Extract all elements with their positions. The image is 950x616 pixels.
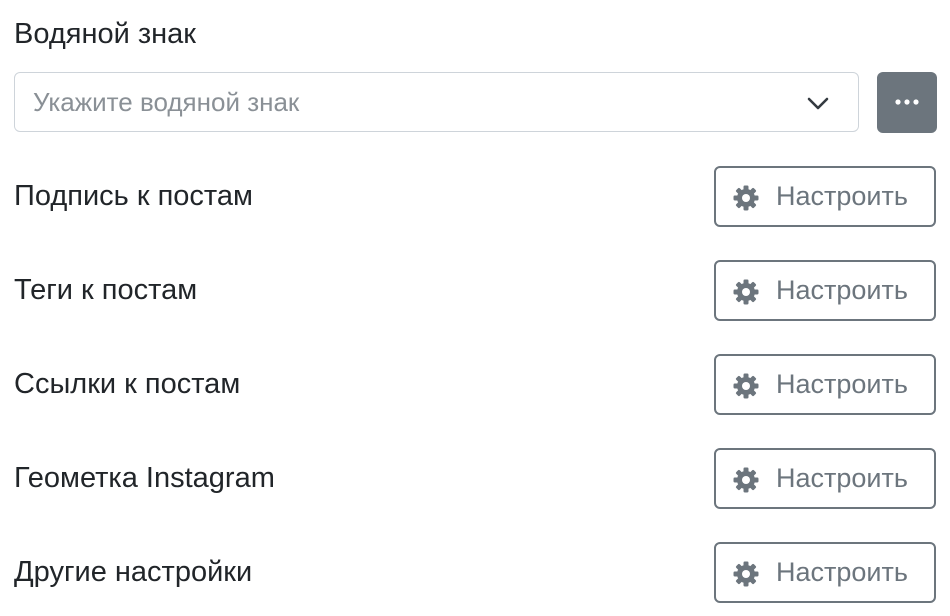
configure-tags-button[interactable]: Настроить: [714, 260, 936, 321]
configure-tags-label: Настроить: [776, 275, 908, 305]
gear-icon: [733, 561, 759, 587]
setting-row-other: Другие настройки Настроить: [14, 542, 936, 604]
configure-links-button[interactable]: Настроить: [714, 354, 936, 415]
watermark-select-row: Укажите водяной знак: [14, 72, 937, 134]
setting-row-links: Ссылки к постам Настроить: [14, 354, 936, 416]
configure-geotag-button[interactable]: Настроить: [714, 448, 936, 509]
more-horizontal-icon: [895, 99, 919, 105]
gear-icon: [733, 467, 759, 493]
setting-label-tags: Теги к постам: [14, 274, 198, 306]
setting-label-links: Ссылки к постам: [14, 368, 241, 400]
gear-icon: [733, 279, 759, 305]
setting-label-other: Другие настройки: [14, 556, 253, 588]
watermark-select[interactable]: Укажите водяной знак: [14, 72, 859, 132]
setting-row-geotag: Геометка Instagram Настроить: [14, 448, 936, 510]
configure-signature-label: Настроить: [776, 181, 908, 211]
setting-label-signature: Подпись к постам: [14, 180, 253, 212]
setting-row-signature: Подпись к постам Настроить: [14, 166, 936, 228]
configure-signature-button[interactable]: Настроить: [714, 166, 936, 227]
watermark-more-button[interactable]: [877, 72, 937, 133]
configure-links-label: Настроить: [776, 369, 908, 399]
chevron-down-icon: [807, 97, 829, 110]
configure-other-button[interactable]: Настроить: [714, 542, 936, 603]
watermark-select-placeholder: Укажите водяной знак: [33, 87, 300, 117]
configure-geotag-label: Настроить: [776, 463, 908, 493]
gear-icon: [733, 185, 759, 211]
setting-label-geotag: Геометка Instagram: [14, 462, 275, 494]
watermark-label: Водяной знак: [14, 18, 196, 50]
setting-row-tags: Теги к постам Настроить: [14, 260, 936, 322]
configure-other-label: Настроить: [776, 557, 908, 587]
gear-icon: [733, 373, 759, 399]
